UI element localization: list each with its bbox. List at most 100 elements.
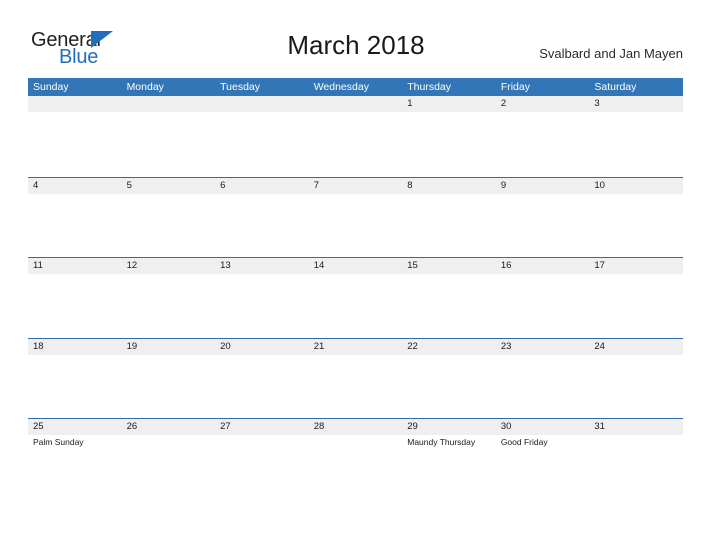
event-cell-empty bbox=[28, 112, 122, 174]
day-cell-15[interactable]: 15 bbox=[402, 258, 496, 274]
day-cell-25[interactable]: 25 bbox=[28, 419, 122, 435]
week-date-band: 4 5 6 7 8 9 10 bbox=[28, 177, 683, 194]
week-row: 25 26 27 28 29 30 31 Palm Sunday Maundy Thursday… bbox=[28, 418, 683, 499]
day-cell-4[interactable]: 4 bbox=[28, 178, 122, 194]
day-cell-20[interactable]: 20 bbox=[215, 339, 309, 355]
event-cell-empty bbox=[589, 355, 683, 417]
day-number: 16 bbox=[500, 260, 512, 271]
day-cell-2[interactable]: 2 bbox=[496, 96, 590, 112]
weekday-header-wednesday: Wednesday bbox=[313, 81, 369, 93]
day-cell-11[interactable]: 11 bbox=[28, 258, 122, 274]
day-cell-18[interactable]: 18 bbox=[28, 339, 122, 355]
weekday-header-saturday: Saturday bbox=[594, 81, 637, 93]
weekday-header-friday: Friday bbox=[500, 81, 530, 93]
week-date-band: 18 19 20 21 22 23 24 bbox=[28, 338, 683, 355]
day-number: 1 bbox=[407, 98, 413, 109]
event-cell-empty bbox=[215, 355, 309, 417]
day-cell-8[interactable]: 8 bbox=[402, 178, 496, 194]
event-cell-empty bbox=[122, 435, 216, 497]
day-cell-28[interactable]: 28 bbox=[309, 419, 403, 435]
event-cell-empty bbox=[402, 194, 496, 256]
day-number: 27 bbox=[220, 421, 231, 432]
day-number: 24 bbox=[594, 340, 605, 352]
event-cell-empty bbox=[215, 435, 309, 497]
event-cell[interactable]: Maundy Thursday bbox=[402, 435, 496, 497]
day-cell-17[interactable]: 17 bbox=[589, 258, 683, 274]
week-date-band: 25 26 27 28 29 30 31 bbox=[28, 419, 683, 435]
week-event-area bbox=[28, 193, 683, 256]
week-event-area bbox=[28, 274, 683, 336]
event-cell-empty bbox=[122, 355, 216, 417]
day-number: 20 bbox=[220, 340, 231, 352]
day-cell-empty bbox=[309, 96, 403, 112]
day-cell-27[interactable]: 27 bbox=[215, 419, 309, 435]
weekday-header-thursday: Thursday bbox=[407, 81, 452, 93]
day-cell-29[interactable]: 29 bbox=[402, 419, 496, 435]
day-cell-30[interactable]: 30 bbox=[496, 419, 590, 435]
day-cell-23[interactable]: 23 bbox=[496, 339, 590, 355]
event-cell[interactable]: Palm Sunday bbox=[28, 435, 122, 497]
day-number: 30 bbox=[500, 421, 512, 432]
day-cell-1[interactable]: 1 bbox=[402, 96, 496, 112]
calendar-page: General Blue March 2018 Svalbard and Jan… bbox=[0, 0, 712, 550]
day-cell-10[interactable]: 10 bbox=[589, 178, 683, 194]
day-cell-6[interactable]: 6 bbox=[215, 178, 309, 194]
day-cell-empty bbox=[122, 96, 216, 112]
day-cell-13[interactable]: 13 bbox=[215, 258, 309, 274]
day-number: 4 bbox=[33, 179, 39, 191]
day-cell-empty bbox=[28, 96, 122, 112]
day-cell-21[interactable]: 21 bbox=[309, 339, 403, 355]
event-cell-empty bbox=[589, 194, 683, 256]
event-cell-empty bbox=[215, 274, 309, 336]
day-cell-26[interactable]: 26 bbox=[122, 419, 216, 435]
day-number bbox=[220, 96, 309, 112]
weekday-header-monday: Monday bbox=[126, 81, 164, 93]
day-cell-14[interactable]: 14 bbox=[309, 258, 403, 274]
day-number: 29 bbox=[407, 421, 418, 432]
weekday-header-row: Sunday Monday Tuesday Wednesday Thursday Frid… bbox=[28, 78, 683, 96]
day-cell-22[interactable]: 22 bbox=[402, 339, 496, 355]
event-cell-empty bbox=[402, 274, 496, 336]
event-cell-empty bbox=[309, 194, 403, 256]
day-number: 6 bbox=[220, 179, 226, 191]
event-cell-empty bbox=[122, 194, 216, 256]
event-cell-empty bbox=[589, 112, 683, 174]
day-number: 3 bbox=[594, 98, 600, 109]
event-cell-empty bbox=[496, 112, 590, 174]
day-cell-7[interactable]: 7 bbox=[309, 178, 403, 194]
day-cell-3[interactable]: 3 bbox=[589, 96, 683, 112]
day-cell-31[interactable]: 31 bbox=[589, 419, 683, 435]
day-cell-12[interactable]: 12 bbox=[122, 258, 216, 274]
day-number: 15 bbox=[407, 260, 418, 271]
day-number: 9 bbox=[500, 179, 507, 191]
day-cell-19[interactable]: 19 bbox=[122, 339, 216, 355]
event-cell-empty bbox=[309, 355, 403, 417]
week-date-band: 11 12 13 14 15 16 17 bbox=[28, 258, 683, 274]
day-number: 18 bbox=[33, 340, 44, 352]
event-cell[interactable]: Good Friday bbox=[496, 435, 590, 497]
day-number: 5 bbox=[126, 179, 132, 191]
day-number: 11 bbox=[33, 260, 43, 271]
event-cell-empty bbox=[496, 274, 590, 336]
holiday-label: Good Friday bbox=[500, 437, 548, 447]
day-number: 7 bbox=[313, 179, 319, 191]
weekday-header-tuesday: Tuesday bbox=[220, 81, 261, 93]
event-cell-empty bbox=[122, 274, 216, 336]
day-cell-5[interactable]: 5 bbox=[122, 178, 216, 194]
event-cell-empty bbox=[589, 274, 683, 336]
holiday-label: Maundy Thursday bbox=[407, 437, 476, 447]
day-cell-24[interactable]: 24 bbox=[589, 339, 683, 355]
weekday-header-sunday: Sunday bbox=[33, 81, 69, 93]
day-number bbox=[314, 96, 403, 112]
event-cell-empty bbox=[402, 355, 496, 417]
week-row: 18 19 20 21 22 23 24 bbox=[28, 337, 683, 419]
calendar-weeks: 1 2 3 4 5 6 7 8 9 10 11 12 13 14 15 16 17 18 19 20 21 22 23 24 2… bbox=[28, 96, 683, 499]
day-number: 10 bbox=[594, 179, 605, 191]
week-event-area bbox=[28, 112, 683, 174]
region-label: Svalbard and Jan Mayen bbox=[539, 46, 683, 61]
week-event-area: Palm Sunday Maundy Thursday Good Friday bbox=[28, 435, 683, 497]
day-cell-empty bbox=[215, 96, 309, 112]
day-cell-9[interactable]: 9 bbox=[496, 178, 590, 194]
event-cell-empty bbox=[28, 194, 122, 256]
day-cell-16[interactable]: 16 bbox=[496, 258, 590, 274]
